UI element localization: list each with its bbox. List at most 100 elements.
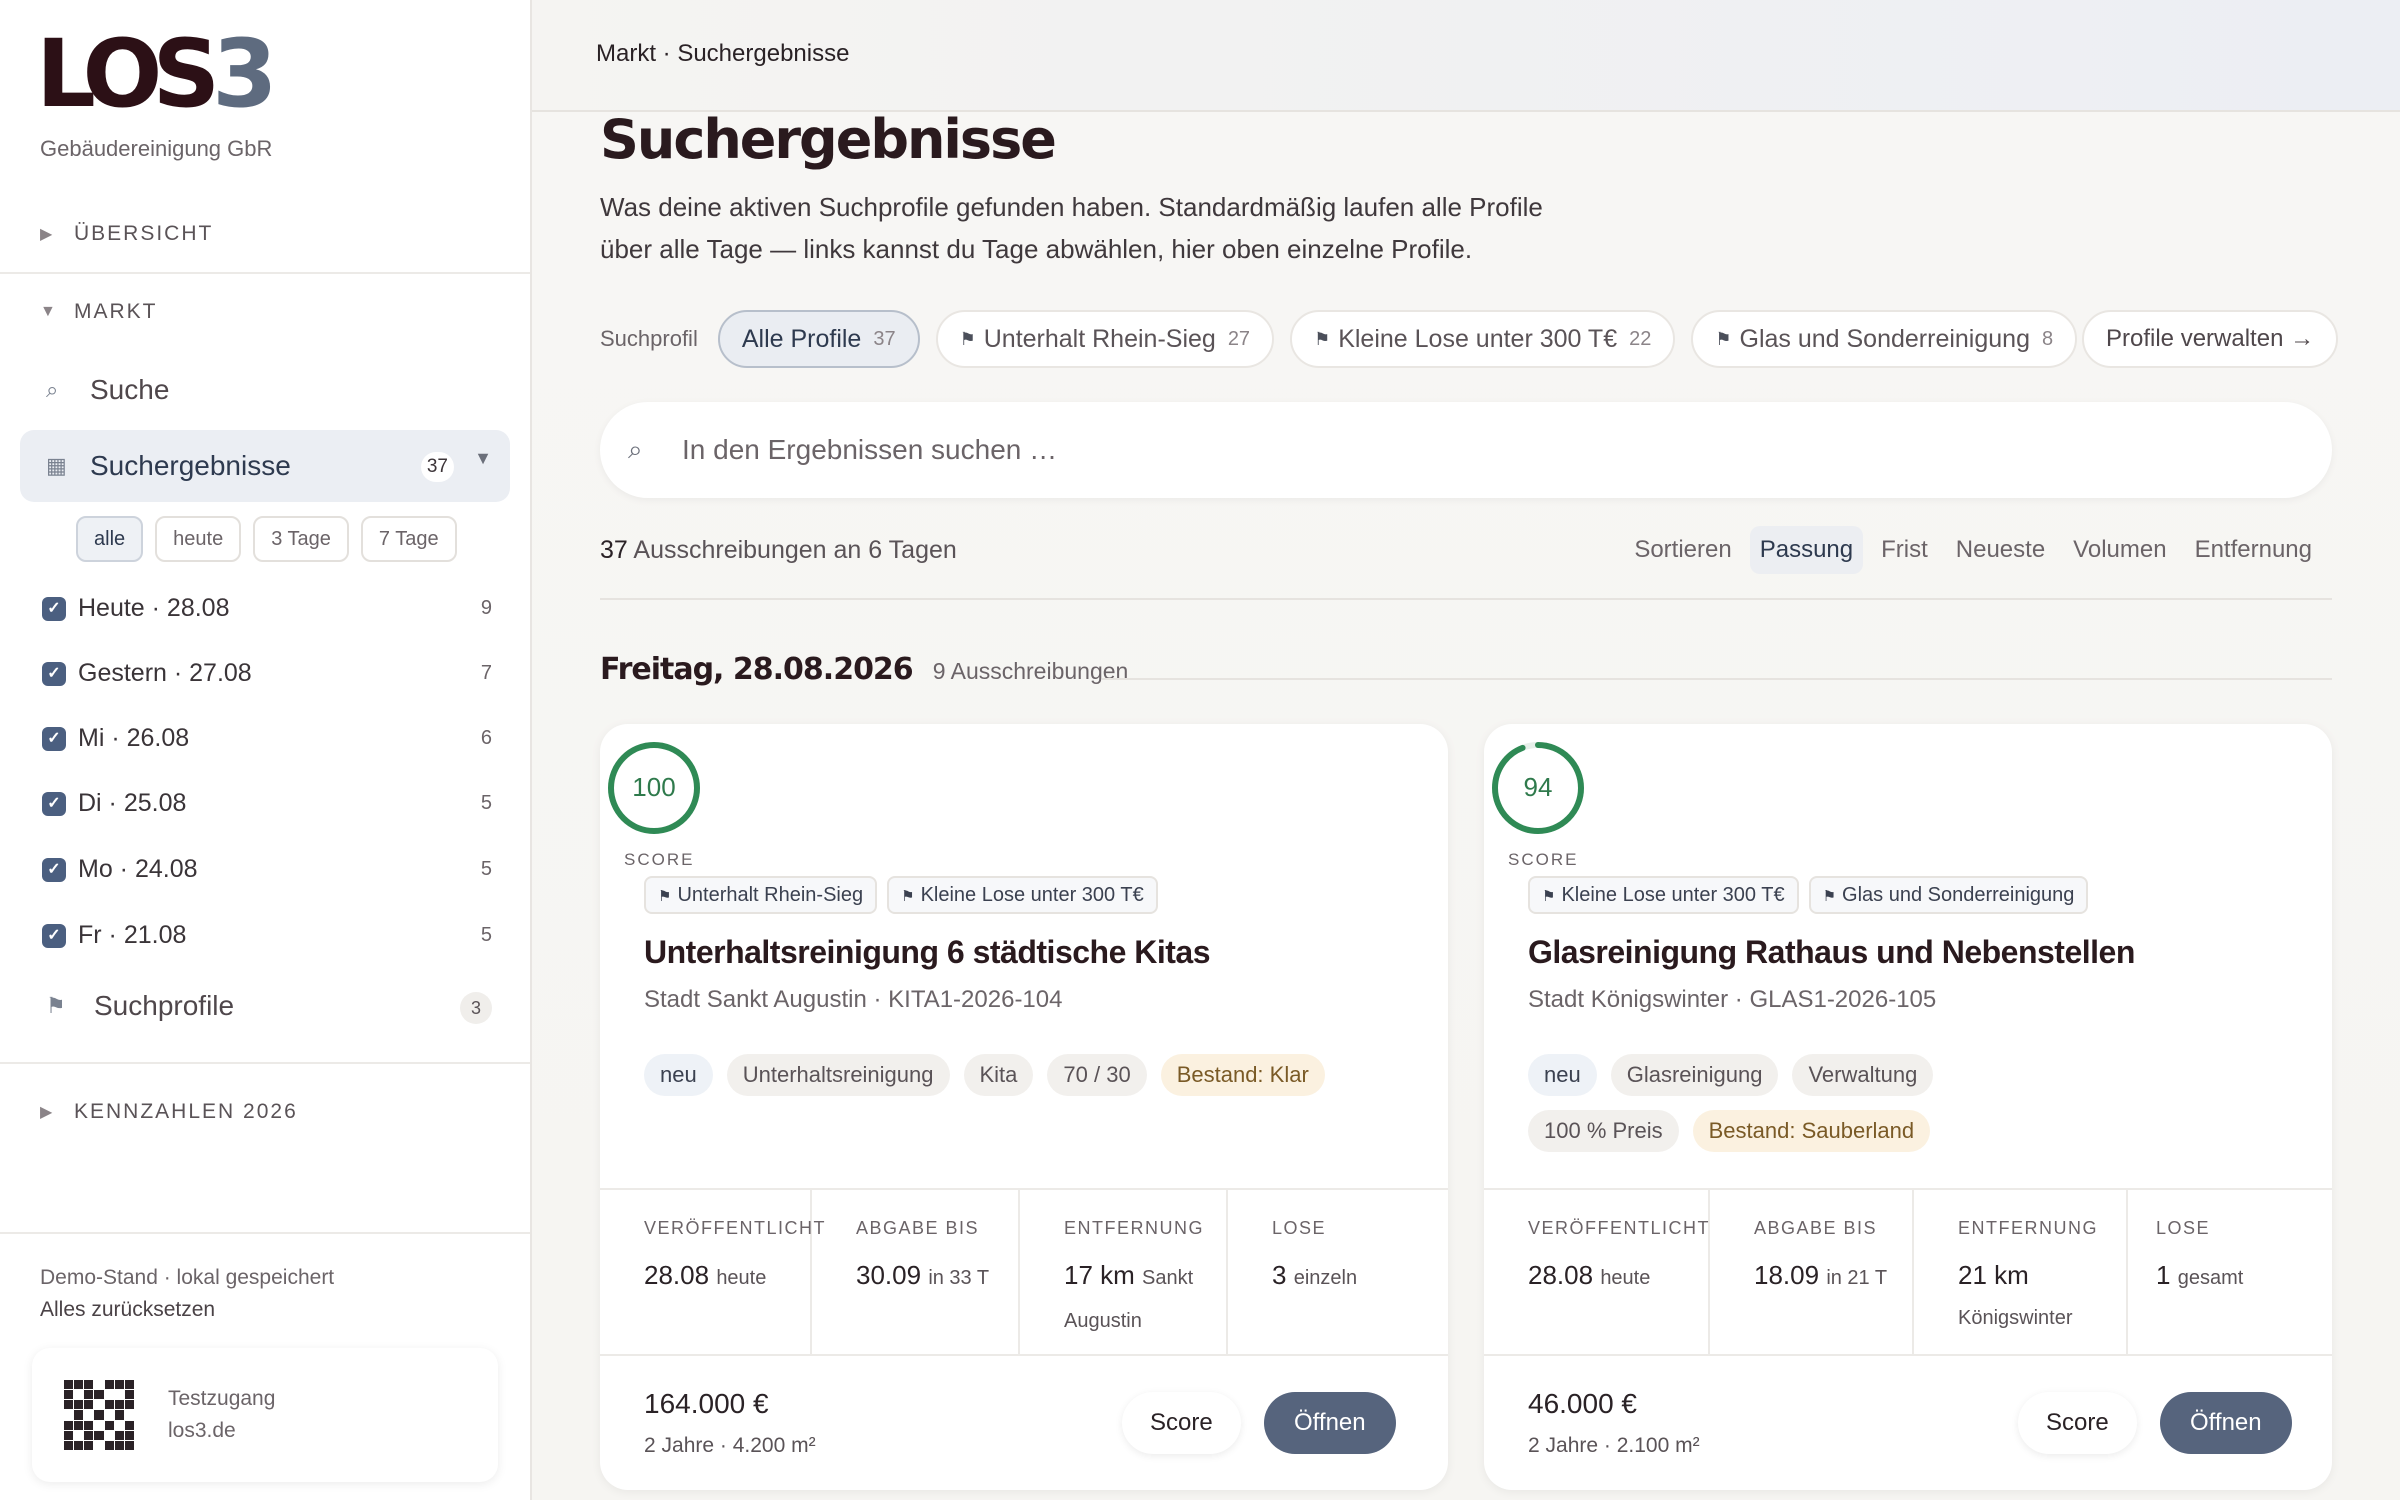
test-access-card[interactable]: Testzugang los3.de: [32, 1348, 498, 1482]
manage-profiles-button[interactable]: Profile verwalten →: [2082, 310, 2339, 368]
chip-today[interactable]: heute: [155, 516, 242, 562]
day-row-fri[interactable]: ✓ Fr · 21.08 5: [42, 921, 492, 950]
stat-distance: ENTFERNUNG 17 km Sankt Augustin: [1020, 1190, 1228, 1354]
score-value: 94: [1524, 772, 1553, 802]
checkbox-checked-icon[interactable]: ✓: [42, 791, 66, 816]
day-group-header: Freitag, 28.08.2026 9 Ausschreibungen: [600, 652, 1128, 687]
section-overview[interactable]: ▶ ÜBERSICHT: [40, 222, 213, 246]
qr-code-icon: [64, 1380, 134, 1450]
day-row-today[interactable]: ✓ Heute · 28.08 9: [42, 594, 492, 623]
section-overview-label: ÜBERSICHT: [74, 222, 214, 245]
pill-category: Glasreinigung: [1610, 1054, 1779, 1096]
sidebar-item-label: Suche: [90, 374, 170, 405]
section-kpis[interactable]: ▶ KENNZAHLEN 2026: [40, 1100, 298, 1124]
profile-tag: ⚑ Kleine Lose unter 300 T€: [887, 876, 1158, 914]
sort-deadline[interactable]: Frist: [1871, 526, 1938, 574]
tender-pills: neu Glasreinigung Verwaltung 100 % Preis…: [1528, 1054, 2088, 1152]
sort-volume[interactable]: Volumen: [2063, 526, 2176, 574]
stat-note: in 33 T: [928, 1267, 990, 1289]
sort-distance[interactable]: Entfernung: [2185, 526, 2322, 574]
profiles-count-badge: 3: [460, 992, 492, 1024]
score-button[interactable]: Score: [1122, 1392, 1241, 1454]
stat-value: 21 km Königswinter: [1958, 1255, 2106, 1338]
checkbox-checked-icon[interactable]: ✓: [42, 726, 66, 751]
stat-main: 17 km: [1064, 1260, 1135, 1290]
stat-deadline: ABGABE BIS 18.09 in 21 T: [1710, 1190, 1914, 1354]
day-row-yesterday[interactable]: ✓ Gestern · 27.08 7: [42, 659, 492, 688]
tender-title[interactable]: Glasreinigung Rathaus und Nebenstellen: [1528, 934, 2135, 971]
divider: [0, 1232, 530, 1234]
pill-new: neu: [1528, 1054, 1597, 1096]
day-count: 7: [480, 662, 492, 684]
chip-3-days[interactable]: 3 Tage: [253, 516, 349, 562]
score-label: SCORE: [1508, 850, 1579, 869]
profile-chip-small-lots[interactable]: ⚑ Kleine Lose unter 300 T€ 22: [1290, 310, 1676, 368]
day-row-mon[interactable]: ✓ Mo · 24.08 5: [42, 855, 492, 884]
day-group-count: 9 Ausschreibungen: [932, 658, 1129, 684]
stat-key: ENTFERNUNG: [1064, 1218, 1204, 1238]
logo[interactable]: LOS 3: [36, 28, 278, 122]
checkbox-checked-icon[interactable]: ✓: [42, 857, 66, 882]
sidebar-item-search[interactable]: ⌕ Suche: [20, 354, 510, 426]
profile-tag: ⚑ Kleine Lose unter 300 T€: [1528, 876, 1799, 914]
chevron-down-icon[interactable]: ▼: [474, 448, 492, 469]
profile-chip-count: 8: [2041, 327, 2054, 350]
test-access-text: Testzugang los3.de: [168, 1383, 275, 1447]
sidebar-item-label: Suchprofile: [94, 990, 235, 1021]
stat-published: VERÖFFENTLICHT 28.08 heute: [1484, 1190, 1710, 1354]
profile-chip-name: Kleine Lose unter 300 T€: [1338, 324, 1618, 353]
demo-info: Demo-Stand · lokal gespeichert Alles zur…: [40, 1262, 334, 1326]
tender-pills: neu Unterhaltsreinigung Kita 70 / 30 Bes…: [644, 1054, 1404, 1096]
profile-chip-count: 27: [1227, 327, 1251, 350]
score-button[interactable]: Score: [2018, 1392, 2137, 1454]
stat-main: 28.08: [644, 1260, 710, 1290]
logo-text: LOS: [36, 20, 220, 129]
checkbox-checked-icon[interactable]: ✓: [42, 661, 66, 686]
sidebar: LOS 3 Gebäudereinigung GbR ▶ ÜBERSICHT ▼ …: [0, 0, 532, 1500]
pill-weighting: 70 / 30: [1047, 1054, 1147, 1096]
stat-value: 18.09 in 21 T: [1754, 1255, 1912, 1298]
section-kpis-label: KENNZAHLEN 2026: [74, 1100, 298, 1123]
tender-title[interactable]: Unterhaltsreinigung 6 städtische Kitas: [644, 934, 1211, 971]
reset-link[interactable]: Alles zurücksetzen: [40, 1298, 215, 1321]
profile-tags: ⚑ Kleine Lose unter 300 T€ ⚑ Glas und Sond…: [1528, 876, 2089, 914]
sort-newest[interactable]: Neueste: [1946, 526, 2055, 574]
day-count: 5: [480, 858, 492, 880]
profile-chip-all[interactable]: Alle Profile 37: [717, 310, 920, 368]
checkbox-checked-icon[interactable]: ✓: [42, 596, 66, 621]
open-button[interactable]: Öffnen: [1264, 1392, 1396, 1454]
pill-incumbent: Bestand: Klar: [1160, 1054, 1325, 1096]
pill-new: neu: [644, 1054, 713, 1096]
day-label: Mi · 26.08: [78, 724, 190, 752]
flag-icon: ⚑: [901, 888, 915, 905]
stat-key: ABGABE BIS: [856, 1218, 980, 1238]
results-search-input[interactable]: [682, 434, 2182, 466]
sidebar-item-profiles[interactable]: ⚑ Suchprofile 3: [46, 990, 492, 1024]
tender-card[interactable]: 100 SCORE ⚑ Unterhalt Rhein-Sieg ⚑ Kleine …: [600, 724, 1448, 1490]
tender-card[interactable]: 94 SCORE ⚑ Kleine Lose unter 300 T€ ⚑ Glas…: [1484, 724, 2332, 1490]
chip-all[interactable]: alle: [76, 516, 144, 562]
day-row-wed[interactable]: ✓ Mi · 26.08 6: [42, 724, 492, 753]
main-content: Markt · Suchergebnisse Suchergebnisse Wa…: [532, 0, 2400, 1500]
stat-distance: ENTFERNUNG 21 km Königswinter: [1914, 1190, 2128, 1354]
sort-fit[interactable]: Passung: [1749, 526, 1864, 574]
sidebar-item-results[interactable]: ▦ Suchergebnisse 37 ▼: [20, 430, 510, 502]
demo-status: Demo-Stand · lokal gespeichert: [40, 1266, 335, 1289]
score-ring: 94: [1492, 742, 1584, 834]
profile-tag-label: Kleine Lose unter 300 T€: [1561, 884, 1785, 906]
profile-chip-rhein-sieg[interactable]: ⚑ Unterhalt Rhein-Sieg 27: [935, 310, 1275, 368]
chip-7-days[interactable]: 7 Tage: [360, 516, 457, 562]
day-row-tue[interactable]: ✓ Di · 25.08 5: [42, 789, 492, 818]
profile-chip-glass[interactable]: ⚑ Glas und Sonderreinigung 8: [1691, 310, 2078, 368]
checkbox-checked-icon[interactable]: ✓: [42, 923, 66, 948]
day-count: 9: [480, 597, 492, 619]
tender-subtitle: Stadt Königswinter · GLAS1-2026-105: [1528, 986, 1937, 1013]
tender-price: 164.000 €: [644, 1388, 769, 1419]
results-search: ⌕: [600, 402, 2332, 498]
profile-chip-name: Alle Profile: [741, 324, 862, 353]
section-market[interactable]: ▼ MARKT: [40, 300, 158, 324]
test-access-url[interactable]: los3.de: [168, 1415, 275, 1447]
open-button[interactable]: Öffnen: [2160, 1392, 2292, 1454]
profile-filter-bar: Suchprofil Alle Profile 37 ⚑ Unterhalt R…: [600, 310, 2078, 368]
stat-value: 3 einzeln: [1272, 1255, 1448, 1298]
